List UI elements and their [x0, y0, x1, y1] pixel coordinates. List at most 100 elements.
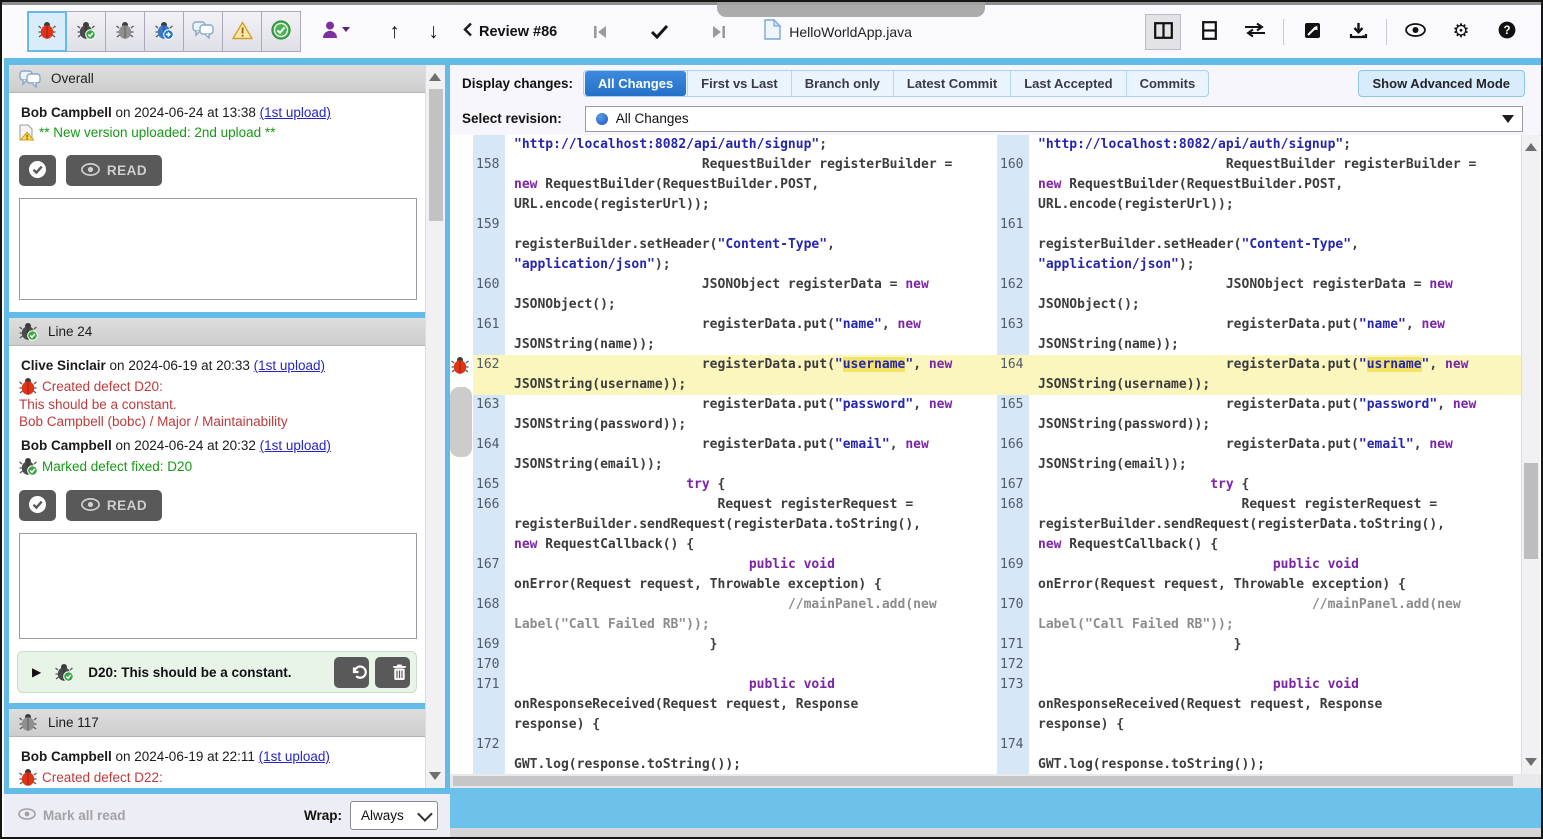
read-button[interactable]: READ: [66, 490, 162, 521]
code-text: registerData.put("password", newJSONStri…: [1029, 395, 1521, 435]
help-button[interactable]: ?: [1489, 14, 1525, 50]
eye-white-icon: [81, 498, 100, 514]
code-text: public voidonError(Request request, Thro…: [1029, 555, 1521, 595]
back-to-review-link[interactable]: Review #86: [463, 22, 557, 42]
last-file-button[interactable]: [705, 24, 732, 40]
reopen-defect-button[interactable]: [334, 657, 369, 688]
code-text: [505, 655, 997, 675]
line-number: [997, 135, 1029, 155]
mark-file-reviewed-button[interactable]: [644, 23, 675, 40]
code-line: 163 registerData.put("name", newJSONStri…: [997, 315, 1521, 355]
bottom-gray-strip: [449, 828, 1541, 839]
check-circle-white-icon: [28, 495, 47, 517]
defect-marker-bug-icon[interactable]: [451, 356, 470, 380]
diff-scroll-handle[interactable]: [450, 387, 472, 457]
view-toolbar: ⚙?: [1145, 14, 1525, 50]
mark-all-read-button[interactable]: Mark all read: [18, 808, 126, 823]
accept-button[interactable]: [19, 155, 56, 186]
revision-dropdown[interactable]: All Changes: [585, 106, 1523, 132]
line-number: 168: [473, 595, 505, 635]
tab-first-vs-last[interactable]: First vs Last: [687, 71, 791, 96]
diff-horizontal-scrollbar[interactable]: [449, 774, 1541, 788]
back-chevron-icon: [463, 22, 473, 42]
line-number: 164: [473, 435, 505, 475]
section-header-overall[interactable]: Overall: [9, 65, 425, 93]
code-line: 173 public voidonResponseReceived(Reques…: [997, 675, 1521, 735]
wrap-dropdown[interactable]: Always: [350, 801, 438, 830]
code-line: 164 registerData.put("email", newJSONStr…: [473, 435, 997, 475]
sidebar-scroll-down[interactable]: [429, 772, 441, 780]
bug-green-check-icon: [19, 457, 38, 476]
wrap-value: Always: [361, 808, 404, 823]
display-changes-tabs: All ChangesFirst vs LastBranch onlyLates…: [583, 70, 1209, 97]
code-line: 174GWT.log(response.toString());: [997, 735, 1521, 774]
section-body: Clive Sinclair on 2024-06-19 at 20:33 (1…: [9, 346, 425, 482]
tab-branch-only[interactable]: Branch only: [791, 71, 893, 96]
filter-open-defects-button[interactable]: [27, 11, 67, 52]
eye-button[interactable]: [1397, 14, 1433, 50]
sidebar-scrollbar[interactable]: [425, 65, 446, 788]
first-file-button[interactable]: [587, 24, 614, 40]
display-changes-label: Display changes:: [462, 76, 573, 91]
line-number: 169: [473, 635, 505, 655]
diff-pane-before: "http://localhost:8082/api/auth/signup";…: [473, 135, 997, 774]
sidebar-scroll-up[interactable]: [429, 73, 441, 81]
filter-warnings-button[interactable]: [222, 11, 262, 52]
comment-input[interactable]: [19, 198, 417, 300]
section-header-line-24[interactable]: Line 24: [9, 318, 425, 346]
tab-last-accepted[interactable]: Last Accepted: [1010, 71, 1125, 96]
delete-defect-button[interactable]: [375, 657, 410, 688]
defect-line: This should be a constant.: [19, 396, 415, 413]
expand-defect-icon[interactable]: ▶: [32, 665, 41, 679]
sidebar-footer: Mark all read Wrap: Always: [4, 788, 450, 837]
swap-arrows-button[interactable]: [1237, 14, 1273, 50]
speech-bubbles-icon: [19, 70, 41, 88]
scrollbar-thumb[interactable]: [1524, 463, 1538, 559]
bug-gray-icon: [19, 713, 38, 732]
previous-comment-button[interactable]: ↑: [379, 12, 410, 52]
assignee-dropdown-button[interactable]: [315, 12, 357, 52]
upload-link[interactable]: (1st upload): [260, 438, 331, 453]
show-advanced-mode-button[interactable]: Show Advanced Mode: [1358, 70, 1525, 97]
rows-view-button[interactable]: [1191, 14, 1227, 50]
scroll-up-arrow[interactable]: [1525, 143, 1537, 151]
code-line: 169 public voidonError(Request request, …: [997, 555, 1521, 595]
code-line-highlighted: 162 registerData.put("username", newJSON…: [473, 355, 997, 395]
line-number: 160: [473, 275, 505, 315]
next-comment-button[interactable]: ↓: [418, 12, 449, 52]
scroll-down-arrow[interactable]: [1525, 758, 1537, 766]
comment-input[interactable]: [19, 533, 417, 639]
filter-gray-defects-button[interactable]: [105, 11, 145, 52]
upload-link[interactable]: (1st upload): [260, 105, 331, 120]
redaction-blob: [717, 2, 985, 17]
tab-all-changes[interactable]: All Changes: [585, 71, 686, 96]
tab-latest-commit[interactable]: Latest Commit: [893, 71, 1010, 96]
columns-view-button[interactable]: [1145, 14, 1181, 50]
hscrollbar-thumb[interactable]: [453, 776, 1513, 786]
code-line: 162 JSONObject registerData = newJSONObj…: [997, 275, 1521, 315]
current-file-chip[interactable]: HelloWorldApp.java: [764, 19, 912, 45]
tab-commits[interactable]: Commits: [1126, 71, 1209, 96]
contrast-image-button[interactable]: [1294, 14, 1330, 50]
comment-section-line-24: Line 24Clive Sinclair on 2024-06-19 at 2…: [9, 318, 425, 693]
code-text: public voidonResponseReceived(Request re…: [505, 675, 997, 735]
upload-link[interactable]: (1st upload): [259, 749, 330, 764]
filter-moved-defects-button[interactable]: [144, 11, 184, 52]
download-button[interactable]: [1340, 14, 1376, 50]
accept-button[interactable]: [19, 490, 56, 521]
read-button[interactable]: READ: [66, 155, 162, 186]
code-text: [1029, 655, 1521, 675]
diff-vertical-scrollbar[interactable]: [1521, 135, 1540, 774]
gear-button[interactable]: ⚙: [1443, 14, 1479, 50]
sidebar-scroll-thumb[interactable]: [429, 89, 443, 221]
filter-fixed-defects-button[interactable]: [66, 11, 106, 52]
page-warning-icon: [19, 124, 35, 141]
code-line: 166 registerData.put("email", newJSONStr…: [997, 435, 1521, 475]
speech-bubbles-icon: [192, 21, 214, 42]
section-header-line-117[interactable]: Line 117: [9, 709, 425, 737]
file-icon: [764, 19, 781, 45]
filter-comments-button[interactable]: [183, 11, 223, 52]
filter-accepted-button[interactable]: [261, 11, 301, 52]
code-text: GWT.log(response.toString());: [1029, 735, 1521, 774]
upload-link[interactable]: (1st upload): [254, 358, 325, 373]
